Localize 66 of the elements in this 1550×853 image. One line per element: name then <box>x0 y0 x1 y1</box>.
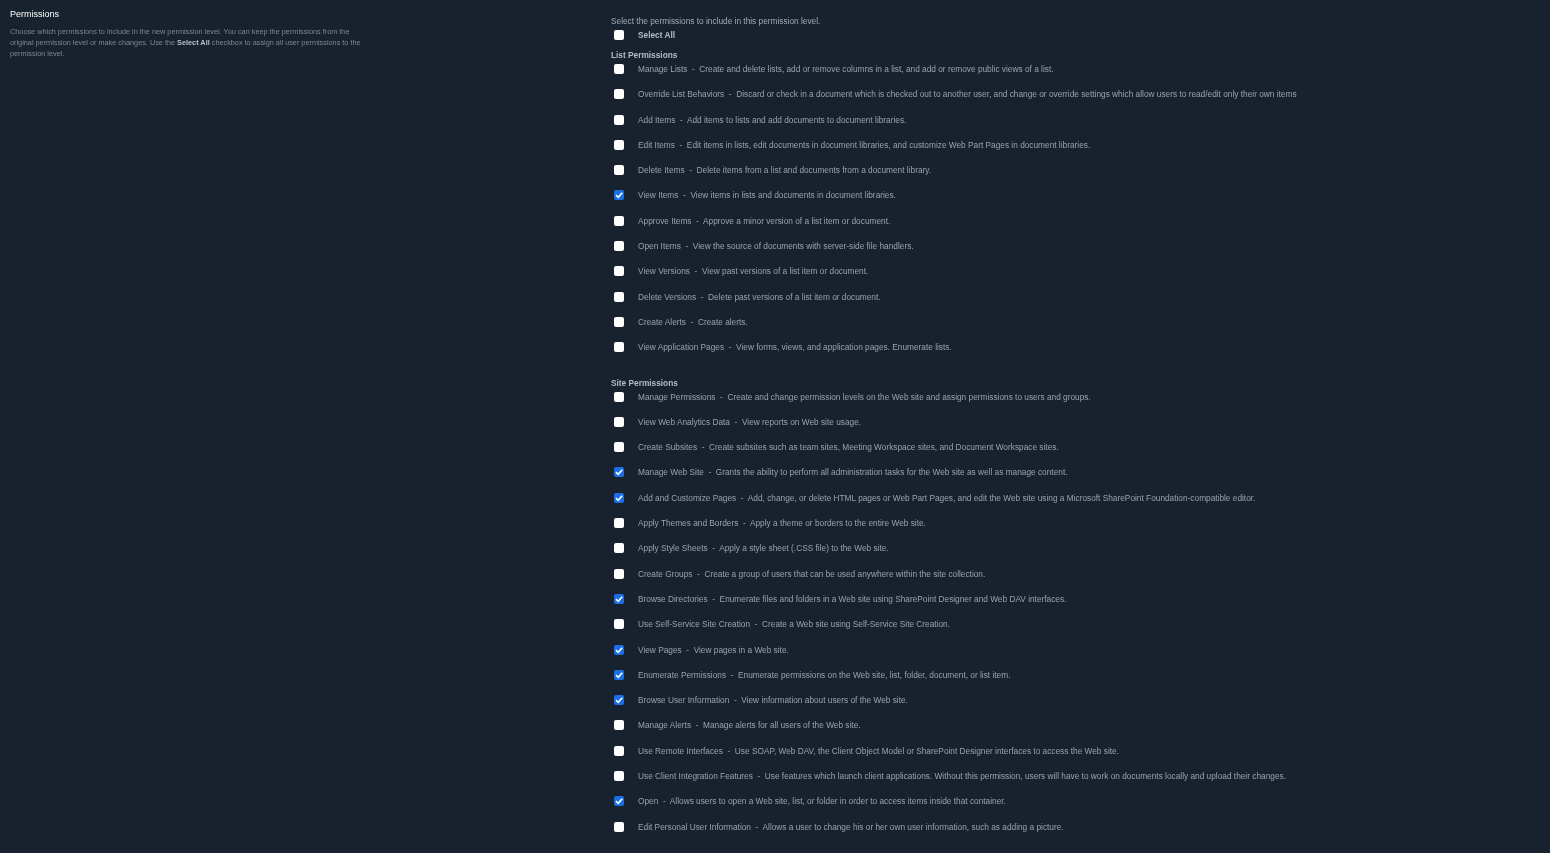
checkbox[interactable] <box>614 745 624 756</box>
permission-label: Manage Alerts - Manage alerts for all users of the Web site. <box>638 719 861 732</box>
permission-label: View Versions - View past versions of a list item or document. <box>638 265 869 278</box>
permission-label: Create Groups - Create a group of users that can be used anywhere within the site collection. <box>638 567 986 580</box>
group-heading: List Permissions <box>611 50 678 61</box>
permission-label: Edit Personal User Information - Allows a user to change his or her own user information, such as adding a picture. <box>638 820 1064 833</box>
permission-label: View Web Analytics Data - View reports on Web site usage. <box>638 415 862 428</box>
checkbox[interactable] <box>614 568 624 579</box>
permission-label: Add and Customize Pages - Add, change, or delete HTML pages or Web Part Pages, and edit the Web site using a Microsoft SharePoint Foundation-compatible editor. <box>638 491 1256 504</box>
permission-label: Browse Directories - Enumerate files and folders in a Web site using SharePoint Designer and Web DAV interfaces. <box>638 592 1067 605</box>
section-title: Permissions <box>10 8 59 20</box>
permission-label: Use Client Integration Features - Use features which launch client applications. Without this permission, users will have to work on documents locally and upload their changes. <box>638 770 1286 782</box>
permission-label: Use Self-Service Site Creation - Create a Web site using Self-Service Site Creation. <box>638 618 951 631</box>
permission-label: View Pages - View pages in a Web site. <box>638 643 789 656</box>
checkbox[interactable] <box>614 821 624 832</box>
permission-label: Manage Web Site - Grants the ability to perform all administration tasks for the Web site as well as manage content. <box>638 466 1068 479</box>
permission-label: Approve Items - Approve a minor version of a list item or document. <box>638 214 891 227</box>
group-heading: Site Permissions <box>611 377 678 389</box>
instruction-text: Select the permissions to include in this permission level. <box>611 16 821 27</box>
checkbox[interactable] <box>614 695 624 706</box>
checkbox[interactable] <box>614 64 624 74</box>
checkbox[interactable] <box>614 771 624 781</box>
checkbox[interactable] <box>614 139 624 150</box>
checkbox[interactable] <box>614 215 624 226</box>
checkbox[interactable] <box>614 467 624 478</box>
checkbox[interactable] <box>614 669 624 680</box>
checkbox[interactable] <box>614 89 624 100</box>
permission-label: Edit Items - Edit items in lists, edit documents in document libraries, and customize Web Part Pages in document libraries. <box>638 138 1091 151</box>
permission-label: Create Alerts - Create alerts. <box>638 315 748 328</box>
checkbox[interactable] <box>614 416 624 427</box>
checkbox[interactable] <box>614 442 624 453</box>
checkbox[interactable] <box>614 190 624 201</box>
permission-label: Browse User Information - View information about users of the Web site. <box>638 694 908 707</box>
checkbox[interactable] <box>614 114 624 125</box>
checkbox[interactable] <box>614 518 624 529</box>
permission-label: Open Items - View the source of documents with server-side file handlers. <box>638 240 914 253</box>
checkbox[interactable] <box>614 492 624 503</box>
checkbox[interactable] <box>614 720 624 731</box>
checkbox[interactable] <box>614 796 624 807</box>
checkbox[interactable] <box>614 391 624 402</box>
checkbox[interactable] <box>614 241 624 252</box>
permission-label: Add Items - Add items to lists and add documents to document libraries. <box>638 113 907 126</box>
permission-label: View Items - View items in lists and documents in document libraries. <box>638 189 896 202</box>
checkbox[interactable] <box>614 30 624 40</box>
checkbox[interactable] <box>614 644 624 655</box>
checkbox[interactable] <box>614 342 624 353</box>
permission-label: Delete Versions - Delete past versions of a list item or document. <box>638 290 881 303</box>
permission-label: Enumerate Permissions - Enumerate permissions on the Web site, list, folder, document, or list item. <box>638 668 1011 681</box>
checkbox[interactable] <box>614 593 624 604</box>
checkbox[interactable] <box>614 619 624 630</box>
checkbox[interactable] <box>614 266 624 277</box>
permission-label: Apply Themes and Borders - Apply a theme or borders to the entire Web site. <box>638 517 926 530</box>
checkbox-label: Select All <box>638 29 676 41</box>
permission-label: View Application Pages - View forms, views, and application pages. Enumerate lists. <box>638 341 952 354</box>
permission-label: Create Subsites - Create subsites such as team sites, Meeting Workspace sites, and Document Workspace sites. <box>638 441 1059 454</box>
checkbox[interactable] <box>614 291 624 302</box>
permission-label: Manage Lists - Create and delete lists, add or remove columns in a list, and add or remove public views of a list. <box>638 63 1054 75</box>
checkbox[interactable] <box>614 165 624 176</box>
permission-label: Use Remote Interfaces - Use SOAP, Web DAV, the Client Object Model or SharePoint Designer interfaces to access the Web site. <box>638 744 1119 757</box>
checkbox[interactable] <box>614 316 624 327</box>
checkbox[interactable] <box>614 543 624 554</box>
permission-label: Delete Items - Delete items from a list and documents from a document library. <box>638 164 932 177</box>
permission-label: Override List Behaviors - Discard or check in a document which is checked out to another user, and change or override settings which allow users to read/edit only their own items <box>638 88 1297 101</box>
permission-label: Manage Permissions - Create and change permission levels on the Web site and assign permissions to users and groups. <box>638 390 1091 403</box>
permission-label: Open - Allows users to open a Web site, list, or folder in order to access items inside that container. <box>638 795 1006 808</box>
permission-label: Apply Style Sheets - Apply a style sheet (.CSS file) to the Web site. <box>638 542 889 555</box>
